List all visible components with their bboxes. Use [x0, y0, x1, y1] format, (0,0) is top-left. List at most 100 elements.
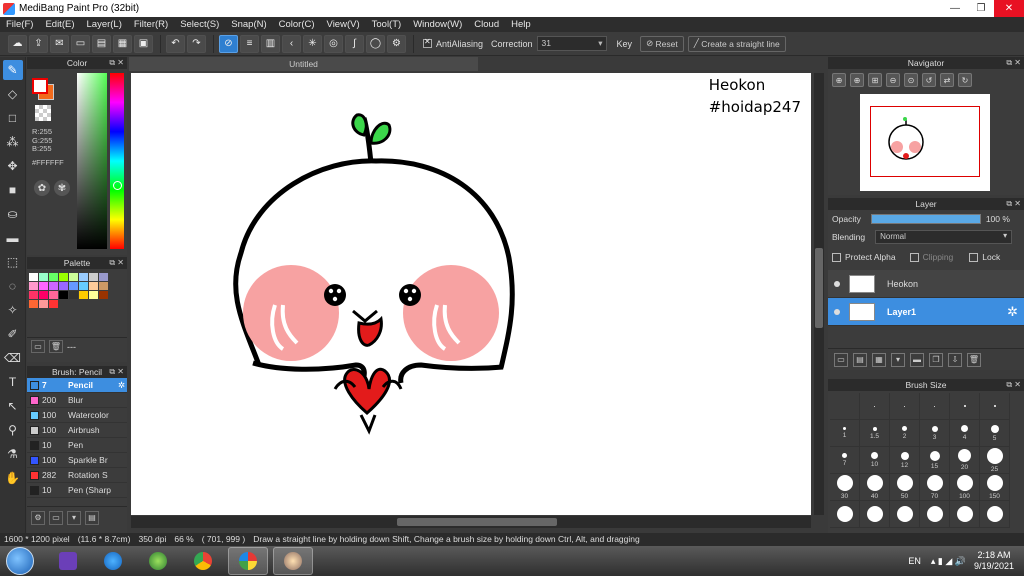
horizontal-scrollbar[interactable]	[131, 516, 811, 528]
correction-select[interactable]: 31	[536, 36, 607, 51]
move-tool-icon[interactable]: ✥	[3, 156, 23, 176]
brush-size-option[interactable]: 5	[980, 420, 1010, 447]
rotate-right-icon[interactable]: ↻	[958, 73, 972, 87]
brush-menu-icon[interactable]: ▾	[67, 510, 81, 525]
panel-controls-icon[interactable]: ⧉ ✕	[1006, 379, 1021, 391]
brush-size-option[interactable]: 3	[920, 420, 950, 447]
palette-swatch[interactable]	[59, 273, 68, 281]
brush-list-item[interactable]: 100 Airbrush	[27, 423, 127, 438]
gradient-tool-icon[interactable]: ▬	[3, 228, 23, 248]
brush-size-option[interactable]: 100	[950, 474, 980, 501]
vertical-scrollbar[interactable]	[814, 73, 824, 515]
brush-list-item[interactable]: 10 Pen	[27, 438, 127, 453]
palette-swatch[interactable]	[29, 300, 38, 308]
palette-swatch[interactable]	[39, 282, 48, 290]
new-8bit-layer-icon[interactable]: ▦	[872, 352, 886, 367]
menu-filter[interactable]: Filter(R)	[134, 19, 168, 30]
taskbar-internet-explorer-icon[interactable]	[93, 547, 133, 575]
brush-size-option[interactable]: 4	[950, 420, 980, 447]
palette-swatch[interactable]	[39, 291, 48, 299]
bucket-tool-icon[interactable]: ⛀	[3, 204, 23, 224]
flip-icon[interactable]: ⇄	[940, 73, 954, 87]
hue-knob[interactable]	[113, 181, 122, 190]
eraser-tool-icon[interactable]: ◇	[3, 84, 23, 104]
curve-snap-icon[interactable]: ∫	[345, 34, 364, 53]
navigator-view-rect[interactable]	[870, 106, 980, 177]
ellipse-snap-icon[interactable]: ◯	[366, 34, 385, 53]
minimize-button[interactable]: —	[942, 0, 968, 17]
snap-settings-icon[interactable]: ⚙	[387, 34, 406, 53]
operation-tool-icon[interactable]: ↖	[3, 396, 23, 416]
saturation-value-picker[interactable]	[77, 73, 107, 249]
brush-size-option[interactable]	[920, 393, 950, 420]
hand-tool-icon[interactable]: ✋	[3, 468, 23, 488]
grid-snap-icon[interactable]: ▥	[261, 34, 280, 53]
add-brush-icon[interactable]: ⚙	[31, 510, 45, 525]
brush-size-option[interactable]: 150	[980, 474, 1010, 501]
layer-item-layer1[interactable]: Layer1 ✲	[828, 298, 1024, 326]
new-layer-icon[interactable]: ▭	[834, 352, 848, 367]
fit-icon[interactable]: ⊞	[868, 73, 882, 87]
brush-size-option[interactable]	[860, 393, 890, 420]
brush-size-option[interactable]: 25	[980, 447, 1010, 474]
zoom-in-icon[interactable]: ⊕	[832, 73, 846, 87]
transparent-color-swatch[interactable]	[35, 105, 51, 121]
brush-size-option[interactable]: 40	[860, 474, 890, 501]
comment-icon[interactable]: ✉	[50, 34, 69, 53]
delete-layer-icon[interactable]: 🗑	[967, 352, 981, 367]
brush-list-item[interactable]: 282 Rotation S	[27, 468, 127, 483]
menu-snap[interactable]: Snap(N)	[231, 19, 266, 30]
new-file-icon[interactable]: ▭	[71, 34, 90, 53]
actual-size-icon[interactable]: ⊙	[904, 73, 918, 87]
straight-line-button[interactable]: ╱ Create a straight line	[687, 35, 786, 52]
brush-list-item[interactable]: 100 Watercolor	[27, 408, 127, 423]
language-indicator[interactable]: EN	[908, 556, 921, 566]
redo-icon[interactable]: ↷	[187, 34, 206, 53]
magic-wand-tool-icon[interactable]: ✧	[3, 300, 23, 320]
color-history-icon[interactable]: ✾	[54, 180, 70, 196]
rotate-left-icon[interactable]: ↺	[922, 73, 936, 87]
new-halftone-layer-icon[interactable]: ▤	[853, 352, 867, 367]
lock-checkbox[interactable]	[969, 252, 979, 262]
menu-color[interactable]: Color(C)	[279, 19, 315, 30]
brush-size-option[interactable]: 50	[890, 474, 920, 501]
parallel-snap-icon[interactable]: ≡	[240, 34, 259, 53]
canvas[interactable]: Heokon #hoidap247	[131, 73, 811, 515]
brush-size-option[interactable]	[890, 393, 920, 420]
blending-select[interactable]: Normal	[875, 230, 1013, 244]
menu-window[interactable]: Window(W)	[413, 19, 462, 30]
horizontal-scroll-thumb[interactable]	[397, 518, 557, 526]
add-palette-icon[interactable]: ▭	[31, 340, 45, 353]
brush-size-option[interactable]	[980, 393, 1010, 420]
brush-size-option[interactable]: 1	[830, 420, 860, 447]
navigator-preview[interactable]	[860, 94, 990, 191]
layer-menu-icon[interactable]: ▾	[891, 352, 905, 367]
circle-snap-icon[interactable]: ◎	[324, 34, 343, 53]
canvas-tab[interactable]: Untitled	[129, 57, 478, 71]
visibility-icon[interactable]	[834, 308, 840, 315]
menu-select[interactable]: Select(S)	[180, 19, 219, 30]
cloud-icon[interactable]: ☁	[8, 34, 27, 53]
eyedropper-tool-icon[interactable]: ⚲	[3, 420, 23, 440]
document-icon[interactable]: ▤	[92, 34, 111, 53]
hue-slider[interactable]	[110, 73, 124, 249]
palette-swatch[interactable]	[39, 273, 48, 281]
antialiasing-checkbox[interactable]	[423, 37, 432, 48]
palette-swatch[interactable]	[69, 300, 78, 308]
panel-controls-icon[interactable]: ⧉ ✕	[1006, 198, 1021, 210]
select-eraser-tool-icon[interactable]: ⌫	[3, 348, 23, 368]
palette-swatch[interactable]	[89, 273, 98, 281]
panel-controls-icon[interactable]: ⧉ ✕	[1006, 57, 1021, 69]
maximize-button[interactable]: ❐	[968, 0, 994, 17]
reset-button[interactable]: ⊘ Reset	[640, 35, 684, 52]
brush-size-option[interactable]	[950, 501, 980, 528]
share-icon[interactable]: ⇪	[29, 34, 48, 53]
palette-swatch[interactable]	[49, 282, 58, 290]
palette-swatch[interactable]	[59, 300, 68, 308]
brush-size-option[interactable]	[920, 501, 950, 528]
layer-item-heokon[interactable]: Heokon	[828, 270, 1024, 298]
brush-tool-icon[interactable]: ✎	[2, 60, 23, 80]
palette-swatch[interactable]	[99, 291, 108, 299]
snap-off-icon[interactable]: ⊘	[219, 34, 238, 53]
merge-layer-icon[interactable]: ⇩	[948, 352, 962, 367]
